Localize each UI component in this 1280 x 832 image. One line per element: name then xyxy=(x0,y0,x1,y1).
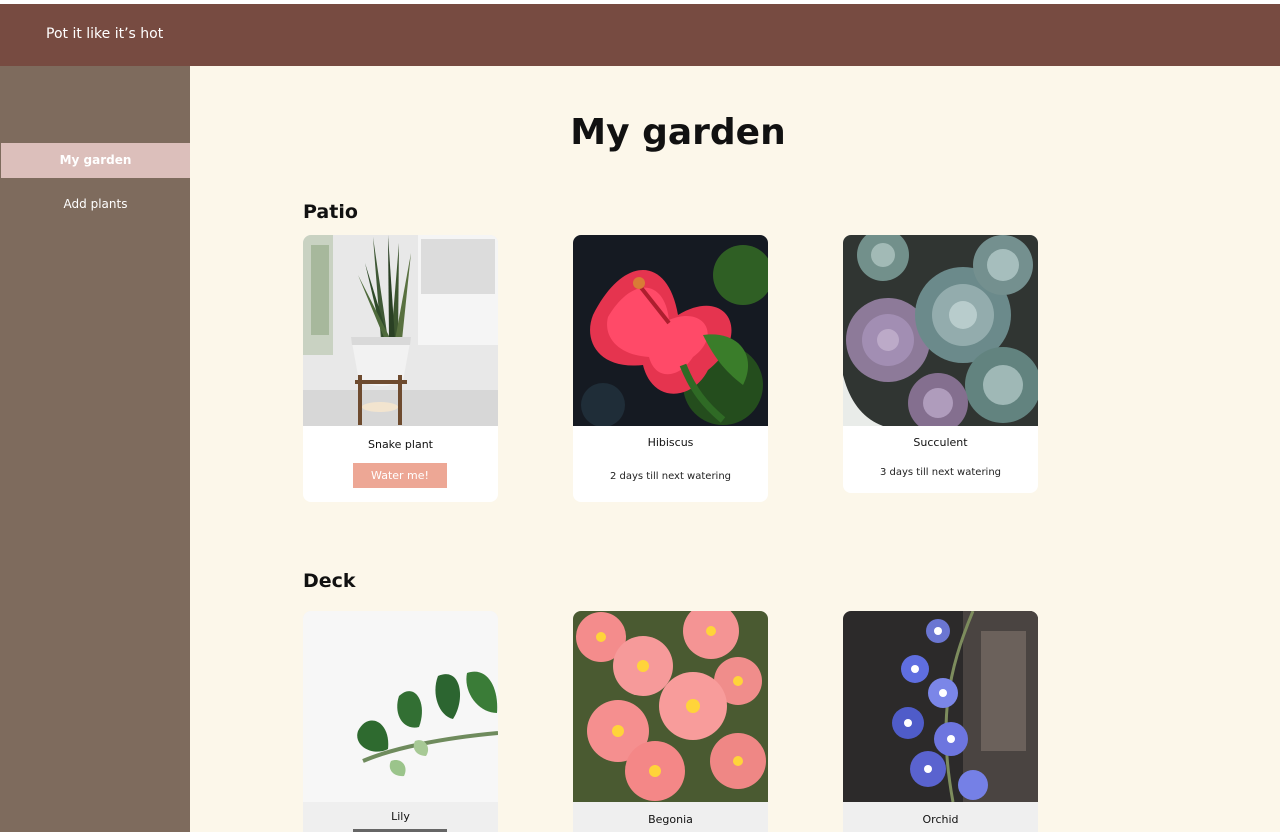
plant-card-lily[interactable]: Lily xyxy=(303,611,498,832)
plant-card-succulent[interactable]: Succulent 3 days till next watering xyxy=(843,235,1038,493)
orchid-photo xyxy=(843,611,1038,802)
plant-card-begonia[interactable]: Begonia xyxy=(573,611,768,832)
plant-name: Succulent xyxy=(913,436,968,449)
plant-name: Lily xyxy=(391,810,410,823)
sidebar-item-add-plants[interactable]: Add plants xyxy=(1,187,190,222)
section-title-deck: Deck xyxy=(303,570,356,592)
app-header: Pot it like it’s hot xyxy=(0,4,1280,66)
page-title: My garden xyxy=(570,112,786,153)
plant-name: Snake plant xyxy=(367,438,433,451)
snake-plant-photo xyxy=(303,235,498,426)
plant-name: Begonia xyxy=(648,813,693,826)
main-content: My garden Patio Snake plant Water me! Hi… xyxy=(190,66,1280,832)
plant-card-snake-plant[interactable]: Snake plant Water me! xyxy=(303,235,498,502)
watering-status: 2 days till next watering xyxy=(609,471,732,482)
plant-name: Hibiscus xyxy=(647,436,694,449)
sidebar-item-my-garden[interactable]: My garden xyxy=(1,143,190,178)
plant-card-orchid[interactable]: Orchid xyxy=(843,611,1038,832)
succulent-photo xyxy=(843,235,1038,426)
sidebar: My garden Add plants xyxy=(0,66,190,832)
section-title-patio: Patio xyxy=(303,201,358,223)
app-title: Pot it like it’s hot xyxy=(46,26,164,42)
plant-card-hibiscus[interactable]: Hibiscus 2 days till next watering xyxy=(573,235,768,502)
begonia-photo xyxy=(573,611,768,802)
watering-status: 3 days till next watering xyxy=(879,467,1002,478)
lily-photo xyxy=(303,611,498,802)
water-me-button[interactable]: Water me! xyxy=(353,463,447,488)
hibiscus-photo xyxy=(573,235,768,426)
plant-name: Orchid xyxy=(922,813,959,826)
